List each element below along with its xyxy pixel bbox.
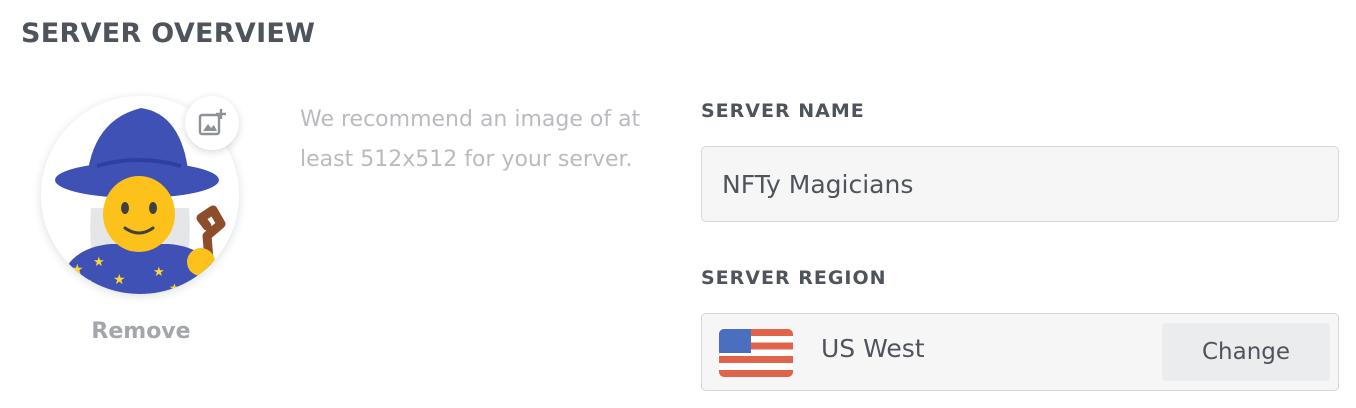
- svg-text:★: ★: [113, 272, 126, 288]
- server-icon-uploader[interactable]: ★ ★ ★ ★ ★ ★: [41, 96, 241, 296]
- svg-text:★: ★: [169, 281, 180, 294]
- us-flag-icon: [719, 329, 793, 381]
- svg-text:★: ★: [85, 277, 96, 291]
- svg-text:★: ★: [153, 265, 165, 280]
- server-region-label: SERVER REGION: [701, 267, 887, 289]
- region-name: US West: [821, 334, 925, 363]
- server-name-input[interactable]: [701, 146, 1339, 222]
- image-recommendation-text: We recommend an image of at least 512x51…: [300, 107, 641, 172]
- server-name-label: SERVER NAME: [701, 100, 865, 122]
- change-region-button[interactable]: Change: [1162, 323, 1330, 381]
- page-title: SERVER OVERVIEW: [21, 18, 316, 49]
- server-region-selector[interactable]: US West Change: [701, 313, 1339, 391]
- svg-text:★: ★: [71, 262, 84, 278]
- add-image-icon: [198, 109, 226, 136]
- remove-icon-link[interactable]: Remove: [41, 319, 241, 344]
- svg-text:★: ★: [93, 255, 105, 270]
- upload-image-button[interactable]: [185, 96, 239, 150]
